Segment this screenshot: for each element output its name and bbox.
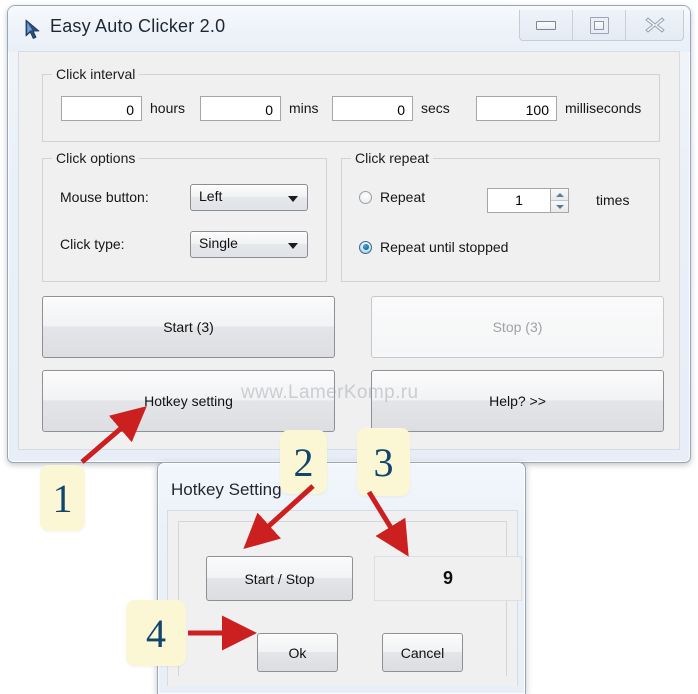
milliseconds-input[interactable]: 100 [476, 96, 557, 121]
ok-button[interactable]: Ok [257, 633, 338, 672]
click-type-label: Click type: [60, 236, 125, 252]
main-window: Easy Auto Clicker 2.0 Click interval 0 h… [7, 5, 691, 463]
cursor-arrow-icon [25, 19, 40, 39]
window-title: Easy Auto Clicker 2.0 [50, 16, 226, 36]
radio-repeat-until-stopped-label: Repeat until stopped [380, 239, 509, 255]
radio-repeat-label: Repeat [380, 189, 426, 205]
mouse-button-label: Mouse button: [60, 189, 149, 205]
hours-unit-label: hours [150, 100, 186, 116]
dialog-title: Hotkey Setting [171, 480, 282, 499]
click-interval-group: Click interval 0 hours 0 mins 0 secs 100… [42, 66, 660, 142]
secs-unit-label: secs [421, 100, 450, 116]
repeat-count-input[interactable]: 1 [487, 188, 550, 213]
callout-badge-1: 1 [40, 465, 85, 531]
click-repeat-group-label: Click repeat [351, 150, 433, 166]
maximize-icon [589, 16, 609, 34]
radio-repeat-indicator [359, 190, 372, 204]
callout-badge-2: 2 [280, 430, 327, 494]
callout-badge-3: 3 [357, 428, 410, 496]
triangle-up-icon [555, 192, 564, 197]
repeat-count-spin-buttons [550, 188, 569, 213]
mins-unit-label: mins [289, 100, 319, 116]
hotkey-setting-button[interactable]: Hotkey setting [42, 370, 335, 432]
minimize-button[interactable] [520, 10, 573, 40]
minimize-icon [536, 20, 556, 30]
caption-button-group [519, 10, 684, 41]
radio-repeat-until-stopped-indicator [359, 240, 372, 254]
click-type-select[interactable]: Single [190, 231, 308, 258]
chevron-down-icon [288, 196, 298, 202]
mouse-button-value: Left [199, 188, 223, 204]
hotkey-setting-dialog: Hotkey Setting Start / Stop 9 Ok Cancel [157, 462, 526, 694]
title-bar[interactable]: Easy Auto Clicker 2.0 [8, 6, 690, 52]
secs-input[interactable]: 0 [332, 96, 413, 121]
cancel-button[interactable]: Cancel [382, 633, 463, 672]
close-button[interactable] [626, 10, 683, 40]
hotkey-value-field[interactable]: 9 [374, 556, 522, 601]
spinner-up-button[interactable] [551, 189, 568, 201]
triangle-down-icon [555, 204, 564, 209]
maximize-button[interactable] [573, 10, 626, 40]
start-stop-hotkey-button[interactable]: Start / Stop [206, 556, 353, 601]
chevron-down-icon [288, 243, 298, 249]
click-options-group: Click options Mouse button: Left Click t… [42, 150, 327, 282]
milliseconds-unit-label: milliseconds [565, 100, 642, 116]
click-options-group-label: Click options [52, 150, 140, 166]
callout-badge-4: 4 [126, 600, 186, 666]
dialog-client-area: Start / Stop 9 Ok Cancel [167, 510, 522, 686]
click-interval-group-label: Click interval [52, 66, 140, 82]
spinner-down-button[interactable] [551, 201, 568, 212]
times-label: times [596, 192, 630, 208]
click-repeat-group: Click repeat Repeat 1 times Repeat until… [341, 150, 660, 282]
help-button[interactable]: Help? >> [371, 370, 664, 432]
radio-repeat[interactable]: Repeat [359, 189, 425, 205]
mouse-button-select[interactable]: Left [190, 184, 308, 211]
start-button[interactable]: Start (3) [42, 296, 335, 358]
click-type-value: Single [199, 235, 238, 251]
repeat-count-stepper[interactable]: 1 [487, 188, 569, 213]
stop-button: Stop (3) [371, 296, 664, 358]
dialog-panel: Start / Stop 9 Ok Cancel [178, 521, 522, 676]
mins-input[interactable]: 0 [200, 96, 281, 121]
radio-repeat-until-stopped[interactable]: Repeat until stopped [359, 239, 508, 255]
window-client-area: Click interval 0 hours 0 mins 0 secs 100… [18, 51, 680, 450]
close-icon [644, 17, 665, 33]
hours-input[interactable]: 0 [61, 96, 142, 121]
